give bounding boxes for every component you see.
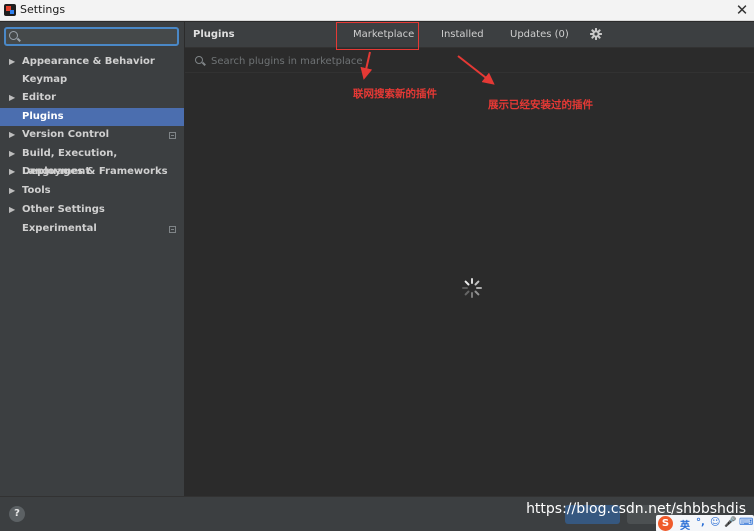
sidebar-item-label: Experimental: [22, 223, 97, 234]
installed-annotation: 展示已经安装过的插件: [488, 99, 593, 111]
intellij-app-icon: [4, 4, 16, 16]
sidebar-item-keymap[interactable]: Keymap: [0, 71, 184, 89]
page-title: Plugins: [193, 29, 235, 40]
tab-installed[interactable]: Installed: [441, 29, 484, 40]
plugins-panel: Plugins Marketplace Installed Updates (0…: [185, 22, 754, 496]
sidebar-item-label: Keymap: [22, 74, 68, 85]
help-button[interactable]: ?: [9, 506, 25, 522]
annotation-arrows: [360, 51, 495, 85]
ime-keyboard-icon[interactable]: ⌨: [739, 517, 753, 528]
plugins-header: Plugins Marketplace Installed Updates (0…: [185, 22, 754, 48]
search-icon: [9, 31, 18, 40]
title-bar: Settings ✕: [0, 0, 754, 21]
settings-search-box[interactable]: [4, 27, 179, 46]
marketplace-highlight-box: [336, 22, 419, 50]
ime-punctuation-icon[interactable]: °,: [696, 517, 705, 528]
search-icon: [195, 56, 203, 64]
sidebar-item-plugins[interactable]: Plugins: [0, 108, 184, 126]
expand-arrow-icon: ▶: [9, 93, 16, 102]
sidebar-item-label: Languages & Frameworks: [22, 166, 168, 177]
sidebar-item-label: Tools: [22, 185, 51, 196]
tab-updates[interactable]: Updates (0): [510, 29, 569, 40]
dialog-bottom-bar: ? https://blog.csdn.net/shbbshdis S 英 °,…: [0, 496, 754, 531]
sidebar-item-tools[interactable]: ▶ Tools: [0, 182, 184, 200]
sidebar-item-label: Editor: [22, 92, 56, 103]
expand-arrow-icon: ▶: [9, 130, 16, 139]
spinner-icon: [462, 278, 482, 298]
expand-arrow-icon: ▶: [9, 205, 16, 214]
gear-icon[interactable]: [590, 28, 602, 40]
expand-arrow-icon: ▶: [9, 57, 16, 66]
sidebar-item-languages-frameworks[interactable]: ▶ Languages & Frameworks: [0, 163, 184, 181]
sidebar-item-label: Plugins: [22, 111, 64, 122]
settings-search-input[interactable]: [22, 29, 172, 44]
window-title: Settings: [20, 3, 66, 16]
sidebar-item-label: Other Settings: [22, 204, 105, 215]
expand-arrow-icon: ▶: [9, 167, 16, 176]
project-scope-icon: [169, 132, 176, 139]
close-icon[interactable]: ✕: [735, 1, 749, 19]
sidebar-item-experimental[interactable]: Experimental: [0, 220, 184, 238]
ime-voice-icon[interactable]: 🎤: [724, 517, 736, 528]
ime-toolbar[interactable]: S 英 °, ☺ 🎤 ⌨: [656, 515, 754, 531]
sidebar-item-label: Version Control: [22, 129, 110, 140]
ime-emoji-icon[interactable]: ☺: [710, 517, 720, 528]
plugin-search-bar: [185, 49, 754, 73]
sidebar-item-editor[interactable]: ▶ Editor: [0, 89, 184, 107]
ime-language-icon[interactable]: 英: [680, 517, 690, 531]
project-scope-icon: [169, 226, 176, 233]
settings-sidebar: ▶ Appearance & Behavior Keymap ▶ Editor …: [0, 22, 184, 496]
expand-arrow-icon: ▶: [9, 186, 16, 195]
expand-arrow-icon: ▶: [9, 149, 16, 158]
marketplace-annotation: 联网搜索新的插件: [353, 88, 437, 100]
sidebar-item-appearance-behavior[interactable]: ▶ Appearance & Behavior: [0, 53, 184, 71]
plugin-search-input[interactable]: [211, 54, 611, 68]
sidebar-item-other-settings[interactable]: ▶ Other Settings: [0, 201, 184, 219]
sidebar-item-build-execution-deployment[interactable]: ▶ Build, Execution, Deployment: [0, 145, 184, 177]
sidebar-item-version-control[interactable]: ▶ Version Control: [0, 126, 184, 144]
sidebar-item-label: Appearance & Behavior: [22, 56, 155, 67]
sogou-logo-icon: S: [658, 516, 673, 531]
